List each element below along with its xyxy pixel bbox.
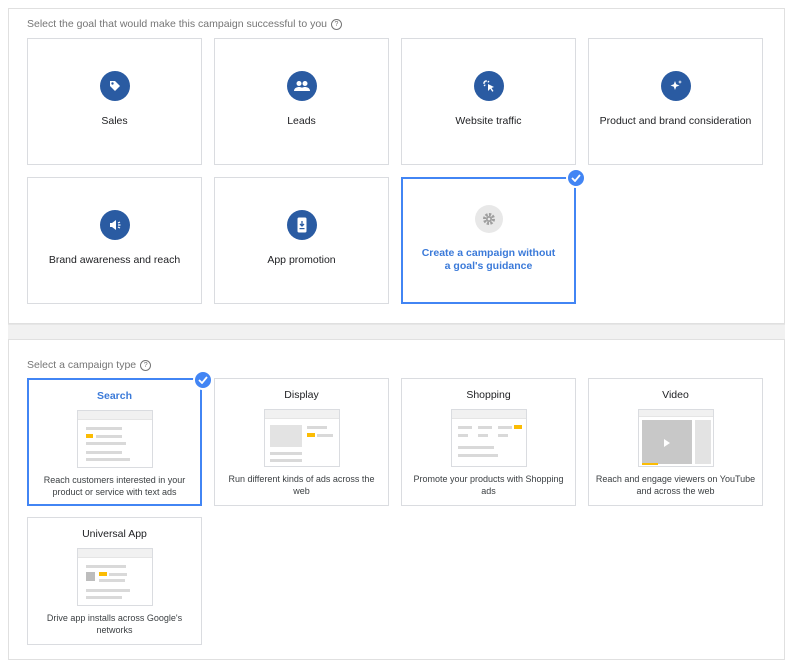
phone-download-icon: [286, 210, 317, 240]
tag-icon: [99, 71, 130, 101]
campaign-type-universal-app[interactable]: Universal App Drive app installs across …: [27, 517, 202, 645]
goal-label: Sales: [101, 115, 128, 127]
campaign-type-title: Shopping: [466, 389, 511, 401]
goal-label: Leads: [287, 115, 316, 127]
help-icon[interactable]: ?: [140, 359, 152, 371]
shopping-ad-thumbnail: [450, 409, 527, 467]
goal-card-brand-awareness[interactable]: Brand awareness and reach: [27, 177, 202, 304]
campaign-type-desc: Promote your products with Shopping ads: [413, 474, 564, 496]
people-icon: [286, 71, 317, 101]
campaign-type-desc: Reach customers interested in your produ…: [43, 475, 186, 497]
goal-label: Create a campaign without a goal's guida…: [421, 247, 556, 272]
goal-prompt-text: Select the goal that would make this cam…: [27, 18, 327, 30]
goal-card-app-promotion[interactable]: App promotion: [214, 177, 389, 304]
goal-card-website-traffic[interactable]: Website traffic: [401, 38, 576, 165]
help-icon[interactable]: ?: [331, 18, 342, 30]
campaign-type-title: Video: [662, 389, 689, 401]
campaign-type-shopping[interactable]: Shopping Promote your products with Shop…: [401, 378, 576, 506]
campaign-type-title: Universal App: [82, 528, 147, 540]
campaign-type-desc: Reach and engage viewers on YouTube and …: [595, 474, 756, 496]
megaphone-icon: [99, 210, 130, 240]
check-icon: [566, 168, 586, 188]
goal-label: App promotion: [267, 254, 336, 266]
search-ad-thumbnail: [76, 410, 153, 468]
check-icon: [193, 370, 213, 390]
goal-card-product-brand-consideration[interactable]: Product and brand consideration: [588, 38, 763, 165]
goal-card-leads[interactable]: Leads: [214, 38, 389, 165]
campaign-type-search[interactable]: Search Reach customers interested in you…: [27, 378, 202, 506]
display-ad-thumbnail: [263, 409, 340, 467]
goal-label: Product and brand consideration: [599, 115, 752, 127]
cursor-click-icon: [473, 71, 504, 101]
campaign-type-display[interactable]: Display Run different kinds of ads acros…: [214, 378, 389, 506]
gear-icon: [474, 205, 503, 233]
campaign-type-desc: Drive app installs across Google's netwo…: [46, 613, 183, 635]
campaign-type-title: Search: [96, 390, 133, 402]
goal-panel: Select the goal that would make this cam…: [8, 8, 785, 324]
goal-card-no-guidance[interactable]: Create a campaign without a goal's guida…: [401, 177, 576, 304]
campaign-type-video[interactable]: Video Reach and engage viewers on YouTub…: [588, 378, 763, 506]
goal-label: Website traffic: [455, 115, 522, 127]
campaign-type-prompt-text: Select a campaign type: [27, 359, 137, 371]
goal-card-sales[interactable]: Sales: [27, 38, 202, 165]
goal-prompt: Select the goal that would make this cam…: [27, 18, 342, 30]
app-ad-thumbnail: [76, 548, 153, 606]
campaign-type-panel: Select a campaign type ? Search Reach cu…: [8, 339, 785, 660]
campaign-type-title: Display: [284, 389, 319, 401]
sparkle-icon: [660, 71, 691, 101]
goal-label: Brand awareness and reach: [48, 254, 181, 266]
campaign-type-prompt: Select a campaign type ?: [27, 359, 152, 371]
section-divider: [8, 324, 785, 339]
video-ad-thumbnail: [637, 409, 714, 467]
campaign-type-desc: Run different kinds of ads across the we…: [228, 474, 375, 496]
